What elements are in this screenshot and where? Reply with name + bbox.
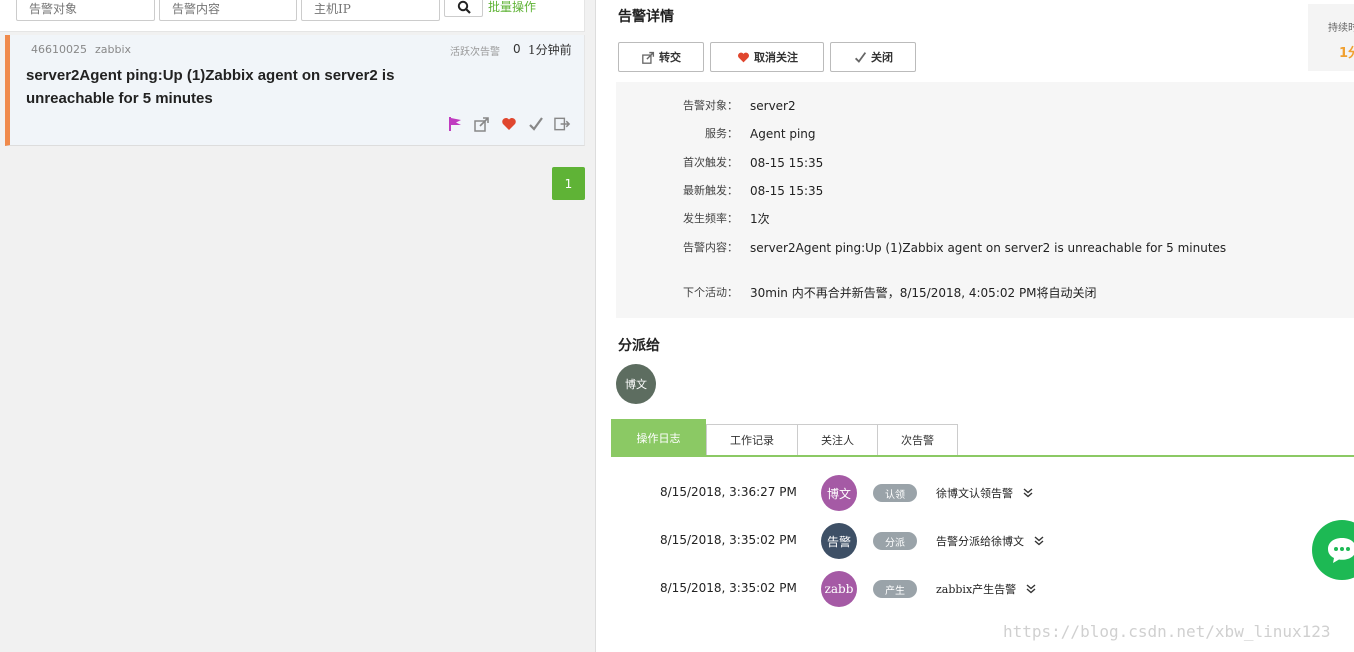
info-value: server2 [750,99,796,113]
log-time: 8/15/2018, 3:36:27 PM [660,485,797,499]
avatar: 告警 [821,523,857,559]
forward-button[interactable]: 转交 [618,42,704,72]
info-label: 告警内容： [683,241,738,254]
info-row-target: 告警对象： server2 [616,96,1354,116]
tab-operation-log[interactable]: 操作日志 [611,419,706,457]
tab-sub-alerts[interactable]: 次告警 [877,424,958,456]
log-text: 徐博文认领告警 [936,485,1033,501]
log-text: 告警分派给徐博文 [936,533,1044,549]
log-text-content: 徐博文认领告警 [936,487,1013,500]
duration-label: 持续时 [1328,23,1354,34]
log-text-content: 告警分派给徐博文 [936,535,1024,548]
tab-work-record[interactable]: 工作记录 [706,424,798,456]
export-icon[interactable] [554,115,571,132]
assign-title: 分派给 [618,338,660,354]
alert-detail-panel: 告警详情 持续时 1分 转交 取消关注 关闭 告警对象： server2 服务：… [597,0,1354,652]
ip-filter-input[interactable] [301,0,440,21]
forward-button-label: 转交 [659,51,681,64]
info-row-service: 服务： Agent ping [616,124,1354,144]
flag-icon[interactable] [446,115,463,132]
forward-icon[interactable] [473,115,490,132]
alert-time-ago: 1分钟前 [528,43,572,57]
log-row: 8/15/2018, 3:35:02 PM 告警 分派 告警分派给徐博文 [597,523,1354,559]
heart-icon [736,50,750,64]
chevron-down-icon[interactable] [1034,535,1044,549]
target-filter-input[interactable] [16,0,155,21]
log-row: 8/15/2018, 3:36:27 PM 博文 认领 徐博文认领告警 [597,475,1354,511]
unfollow-button[interactable]: 取消关注 [710,42,824,72]
avatar: 博文 [821,475,857,511]
log-row: 8/15/2018, 3:35:02 PM zabb 产生 zabbix产生告警 [597,571,1354,607]
avatar: zabb [821,571,857,607]
batch-operation-link[interactable]: 批量操作 [488,0,536,14]
chevron-down-icon[interactable] [1023,487,1033,501]
info-label: 告警对象： [683,99,738,112]
detail-title: 告警详情 [618,9,674,25]
alert-card[interactable]: 46610025 zabbix 活跃次告警 0 1分钟前 server2Agen… [5,35,585,146]
pagination-page-button[interactable]: 1 [552,167,585,200]
search-button[interactable] [444,0,483,17]
info-row-first-trigger: 首次触发： 08-15 15:35 [616,153,1354,173]
tab-underline [611,455,1354,457]
log-text-content: zabbix产生告警 [936,583,1017,596]
info-row-content: 告警内容： server2Agent ping:Up (1)Zabbix age… [616,238,1354,258]
info-label: 发生频率： [683,212,738,225]
info-value: server2Agent ping:Up (1)Zabbix agent on … [750,241,1227,255]
chevron-down-icon[interactable] [1026,583,1036,597]
assignee-avatar[interactable]: 博文 [616,364,656,404]
active-alert-label: 活跃次告警 [450,47,500,58]
tab-followers[interactable]: 关注人 [797,424,878,456]
filter-bar: 批量操作 [0,0,585,32]
log-tag: 分派 [873,532,917,550]
info-value: 1次 [750,212,770,226]
info-value: Agent ping [750,127,816,141]
close-button-label: 关闭 [871,51,893,64]
watermark: https://blog.csdn.net/xbw_linux123 [1003,622,1331,641]
chat-icon [1328,538,1354,563]
alert-id: 46610025 [31,43,87,56]
alert-title: server2Agent ping:Up (1)Zabbix agent on … [26,67,395,107]
info-row-frequency: 发生频率： 1次 [616,209,1354,229]
log-time: 8/15/2018, 3:35:02 PM [660,581,797,595]
log-time: 8/15/2018, 3:35:02 PM [660,533,797,547]
info-value: 08-15 15:35 [750,156,824,170]
duration-value: 1分 [1339,46,1354,61]
forward-icon [641,50,655,64]
alert-source: zabbix [95,43,132,56]
log-tag: 产生 [873,580,917,598]
log-text: zabbix产生告警 [936,581,1036,597]
content-filter-input[interactable] [159,0,297,21]
active-alert-count: 0 [513,42,521,56]
close-button[interactable]: 关闭 [830,42,916,72]
alert-list-panel: 批量操作 46610025 zabbix 活跃次告警 0 1分钟前 server… [0,0,596,652]
info-label: 最新触发： [683,184,738,197]
info-row-next-activity: 下个活动： 30min 内不再合并新告警，8/15/2018, 4:05:02 … [616,283,1354,303]
info-label: 首次触发： [683,156,738,169]
unfollow-button-label: 取消关注 [754,51,798,64]
log-tag: 认领 [873,484,917,502]
alert-card-actions [446,115,571,132]
info-label: 服务： [705,127,738,140]
check-icon [853,50,867,64]
search-icon [457,0,471,14]
info-label: 下个活动： [683,286,738,299]
check-icon[interactable] [527,115,544,132]
info-row-latest-trigger: 最新触发： 08-15 15:35 [616,181,1354,201]
duration-box: 持续时 1分 [1308,4,1354,71]
alert-info-box: 告警对象： server2 服务： Agent ping 首次触发： 08-15… [616,82,1354,318]
heart-icon[interactable] [500,115,517,132]
info-value: 08-15 15:35 [750,184,824,198]
info-value: 30min 内不再合并新告警，8/15/2018, 4:05:02 PM将自动关… [750,286,1097,300]
